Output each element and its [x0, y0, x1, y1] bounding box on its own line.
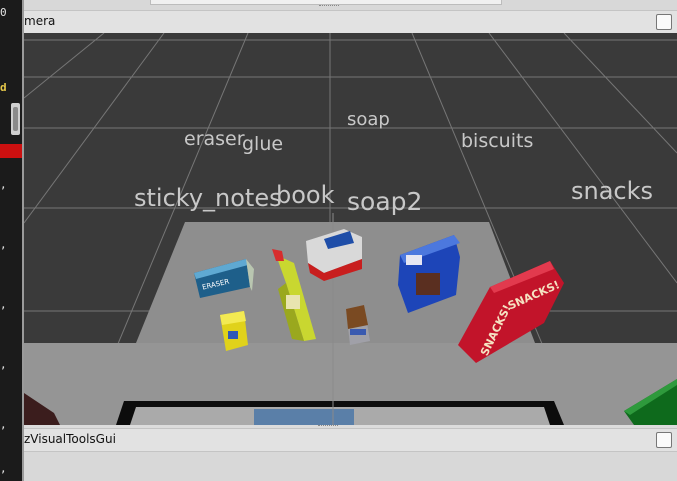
top-dock-edge [24, 0, 677, 10]
label-sticky-notes: sticky_notes [134, 184, 282, 212]
camera-viewport[interactable]: ERASER SNACKS! SNACKS! eraser glue soap … [24, 33, 677, 425]
undock-button[interactable] [656, 14, 672, 30]
camera-panel-titlebar[interactable]: mera [24, 10, 677, 34]
undock-button[interactable] [656, 432, 672, 448]
log-fragment: , [0, 178, 7, 191]
log-fragment: d [0, 81, 7, 94]
label-eraser: eraser [184, 128, 245, 150]
label-book: book [276, 181, 335, 209]
robot-base-plate [254, 409, 354, 425]
tools-panel-titlebar[interactable]: zVisualToolsGui [24, 428, 677, 452]
label-glue: glue [242, 133, 284, 155]
scene-canvas: ERASER SNACKS! SNACKS! [24, 33, 677, 425]
scrollbar-thumb[interactable] [13, 107, 18, 131]
resize-grip[interactable] [319, 5, 339, 8]
camera-panel-title: mera [24, 14, 56, 28]
log-fragment: , [0, 418, 7, 431]
log-fragment: 0 [0, 6, 7, 19]
log-fragment: , [0, 298, 7, 311]
tools-panel-title: zVisualToolsGui [24, 432, 116, 446]
log-fragment: , [0, 238, 7, 251]
log-fragment: , [0, 462, 7, 475]
error-highlight-bar [0, 144, 22, 158]
tools-panel-body [24, 452, 677, 481]
label-soap2: soap2 [347, 187, 423, 216]
label-soap: soap [347, 109, 390, 130]
log-fragment: , [0, 358, 7, 371]
left-dock-strip: 0 d , , , , , , [0, 0, 22, 481]
label-snacks: snacks [571, 177, 654, 205]
label-biscuits: biscuits [461, 130, 534, 152]
